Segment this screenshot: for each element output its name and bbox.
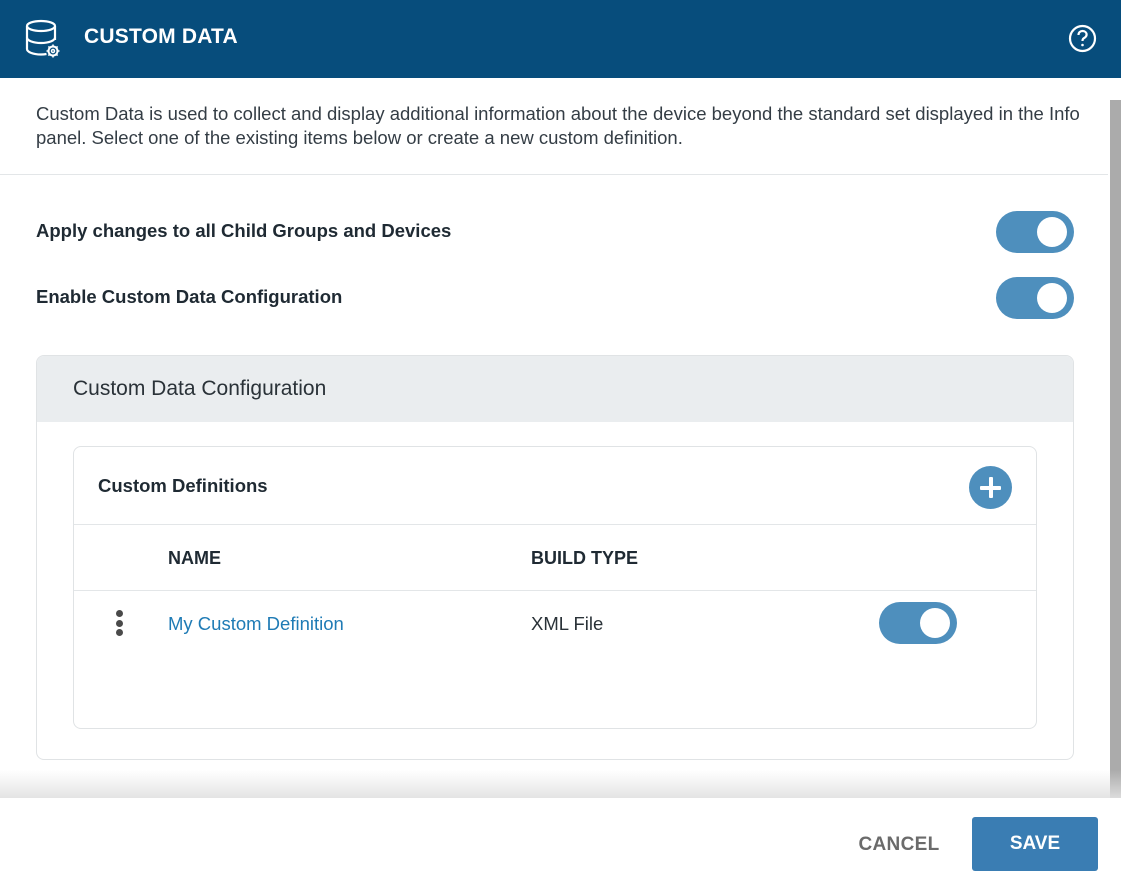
definition-name-link[interactable]: My Custom Definition (168, 613, 344, 635)
more-vertical-icon[interactable] (114, 610, 124, 638)
help-circle-icon[interactable] (1068, 24, 1097, 53)
dialog-header: CUSTOM DATA (0, 0, 1121, 78)
apply-to-children-toggle[interactable] (996, 211, 1074, 253)
enable-custom-data-label: Enable Custom Data Configuration (36, 286, 343, 307)
footer-shadow (0, 770, 1121, 798)
custom-data-configuration-panel: Custom Data Configuration Custom Definit… (36, 355, 1074, 760)
column-header-name[interactable]: NAME (168, 548, 221, 569)
custom-data-dialog: CUSTOM DATA Custom Data is used to colle… (0, 0, 1121, 889)
toggle-knob (920, 608, 950, 638)
dialog-body: Custom Data is used to collect and displ… (0, 78, 1121, 798)
enable-custom-data-toggle[interactable] (996, 277, 1074, 319)
divider (74, 590, 1036, 591)
toggle-knob (1037, 217, 1067, 247)
definition-enabled-toggle[interactable] (879, 602, 957, 644)
toggle-knob (1037, 283, 1067, 313)
config-panel-header: Custom Data Configuration (37, 356, 1073, 422)
dialog-footer: CANCEL SAVE (0, 798, 1121, 889)
description-text: Custom Data is used to collect and displ… (36, 103, 1080, 148)
custom-definitions-title: Custom Definitions (98, 475, 268, 496)
dialog-title: CUSTOM DATA (84, 25, 238, 48)
column-header-build-type[interactable]: BUILD TYPE (531, 548, 638, 569)
definition-build-type: XML File (531, 613, 604, 634)
scrollbar[interactable] (1110, 100, 1121, 798)
custom-definitions-card: Custom Definitions NAME BUILD TYPE My Cu… (73, 446, 1037, 729)
database-gear-icon (25, 19, 60, 58)
save-button[interactable]: SAVE (972, 817, 1098, 871)
config-panel-title: Custom Data Configuration (73, 377, 327, 400)
cancel-button[interactable]: CANCEL (848, 828, 950, 862)
apply-to-children-label: Apply changes to all Child Groups and De… (36, 220, 452, 241)
divider (74, 524, 1036, 525)
divider (0, 174, 1108, 175)
add-definition-button[interactable] (969, 466, 1012, 509)
